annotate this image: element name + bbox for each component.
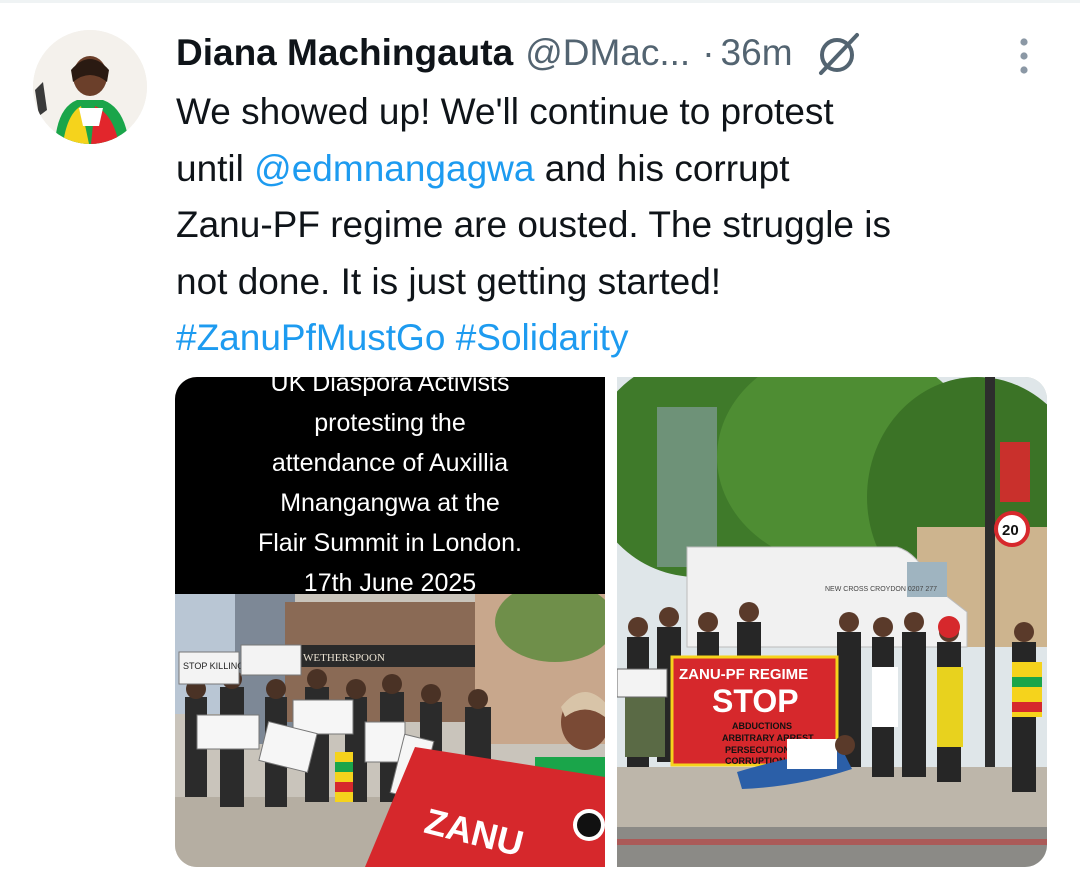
pub-sign: WETHERSPOON (303, 652, 385, 664)
top-divider (0, 0, 1080, 3)
tweet-line: We showed up! We'll continue to protest (176, 91, 834, 132)
user-handle[interactable]: @DMac... (525, 32, 690, 74)
speed-limit-sign: 20 (1002, 522, 1019, 539)
hashtag-line: #ZanuPfMustGo #Solidarity (176, 310, 1036, 367)
media-grid: WETHERSPOON STOP KILLING ZANU UK Diaspor… (175, 377, 1047, 867)
caption-line: Mnangangwa at the (280, 489, 500, 517)
tweet-text-segment: until (176, 147, 255, 189)
separator-dot: · (702, 32, 715, 73)
more-options-icon[interactable] (1010, 36, 1038, 76)
hashtag-link[interactable]: #Solidarity (456, 317, 629, 358)
timestamp[interactable]: 36m (721, 32, 793, 74)
display-name[interactable]: Diana Machingauta (176, 32, 513, 74)
banner-stop: STOP (712, 683, 799, 719)
tweet-text-segment: and his corrupt (534, 147, 790, 189)
caption-line: Flair Summit in London. (257, 529, 522, 557)
media-image-2[interactable]: NEW CROSS CROYDON 0207 277 20 ZANU-PF RE… (617, 377, 1047, 867)
tweet-line: Zanu-PF regime are ousted. The struggle … (176, 204, 891, 245)
caption-line: UK Diaspora Activists (270, 377, 510, 397)
hashtag-link[interactable]: #ZanuPfMustGo (176, 317, 445, 358)
avatar-image (33, 30, 147, 144)
van-text: NEW CROSS CROYDON 0207 277 (825, 586, 937, 593)
mention-link[interactable]: @edmnangagwa (254, 148, 534, 189)
tweet-header: Diana Machingauta @DMac... · 36m (176, 28, 863, 78)
caption-line: 17th June 2025 (303, 569, 477, 597)
banner-line: ABDUCTIONS (732, 721, 792, 731)
image-caption-overlay: UK Diaspora Activists protesting the att… (175, 377, 605, 597)
tweet-text: We showed up! We'll continue to protest … (176, 84, 1036, 367)
protest-photo-2: NEW CROSS CROYDON 0207 277 20 ZANU-PF RE… (617, 377, 1047, 867)
tweet-line: until @edmnangagwa and his corrupt (176, 141, 1036, 198)
protest-sign-text: STOP KILLING (183, 661, 244, 671)
banner-title: ZANU-PF REGIME (679, 666, 808, 683)
avatar[interactable] (33, 30, 147, 144)
tweet-line: not done. It is just getting started! (176, 260, 722, 302)
caption-line: protesting the (314, 409, 466, 437)
media-image-1[interactable]: WETHERSPOON STOP KILLING ZANU UK Diaspor… (175, 377, 605, 867)
grok-icon[interactable] (815, 29, 863, 77)
banner-line: PERSECUTION (725, 745, 790, 755)
caption-line: attendance of Auxillia (271, 449, 509, 477)
